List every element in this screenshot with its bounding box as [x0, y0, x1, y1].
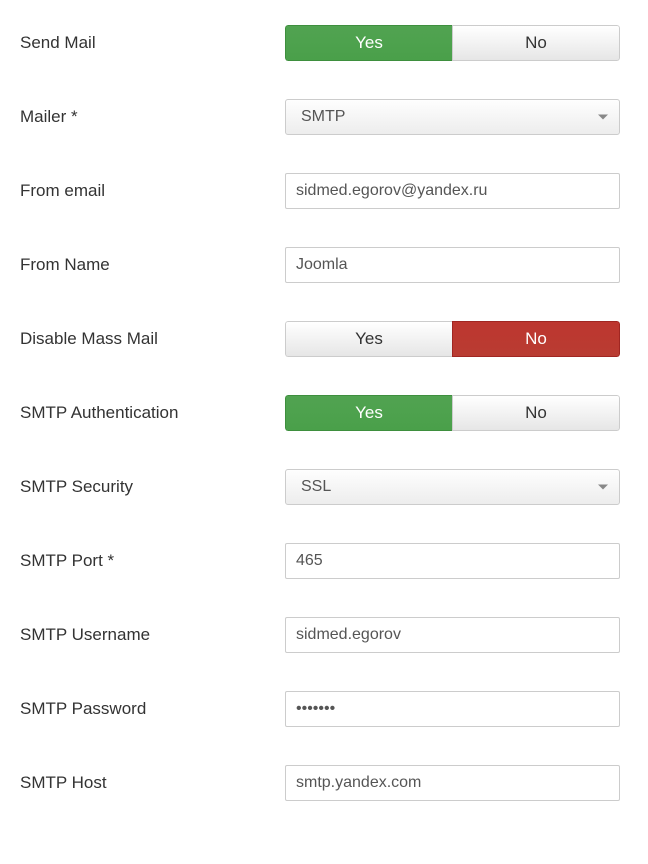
disable-mass-mail-row: Disable Mass Mail Yes No [20, 321, 628, 357]
from-email-label: From email [20, 181, 285, 201]
smtp-username-input[interactable] [285, 617, 620, 653]
send-mail-row: Send Mail Yes No [20, 25, 628, 61]
smtp-security-value: SSL [301, 478, 331, 496]
disable-mass-mail-no-button[interactable]: No [452, 321, 620, 357]
smtp-port-label: SMTP Port * [20, 551, 285, 571]
smtp-auth-yes-button[interactable]: Yes [285, 395, 452, 431]
smtp-username-label: SMTP Username [20, 625, 285, 645]
smtp-security-row: SMTP Security SSL [20, 469, 628, 505]
disable-mass-mail-yes-button[interactable]: Yes [285, 321, 452, 357]
smtp-port-input[interactable] [285, 543, 620, 579]
smtp-password-label: SMTP Password [20, 699, 285, 719]
smtp-auth-no-button[interactable]: No [452, 395, 620, 431]
chevron-down-icon [598, 485, 608, 490]
mailer-select[interactable]: SMTP [285, 99, 620, 135]
smtp-auth-row: SMTP Authentication Yes No [20, 395, 628, 431]
send-mail-toggle: Yes No [285, 25, 620, 61]
smtp-security-label: SMTP Security [20, 477, 285, 497]
smtp-security-select[interactable]: SSL [285, 469, 620, 505]
from-email-input[interactable] [285, 173, 620, 209]
send-mail-no-button[interactable]: No [452, 25, 620, 61]
from-email-row: From email [20, 173, 628, 209]
smtp-username-row: SMTP Username [20, 617, 628, 653]
mailer-value: SMTP [301, 108, 345, 126]
send-mail-yes-button[interactable]: Yes [285, 25, 452, 61]
disable-mass-mail-label: Disable Mass Mail [20, 329, 285, 349]
from-name-input[interactable] [285, 247, 620, 283]
smtp-password-input[interactable] [285, 691, 620, 727]
mailer-row: Mailer * SMTP [20, 99, 628, 135]
smtp-auth-toggle: Yes No [285, 395, 620, 431]
smtp-host-row: SMTP Host [20, 765, 628, 801]
chevron-down-icon [598, 115, 608, 120]
send-mail-label: Send Mail [20, 33, 285, 53]
smtp-host-label: SMTP Host [20, 773, 285, 793]
smtp-port-row: SMTP Port * [20, 543, 628, 579]
disable-mass-mail-toggle: Yes No [285, 321, 620, 357]
smtp-auth-label: SMTP Authentication [20, 403, 285, 423]
from-name-row: From Name [20, 247, 628, 283]
smtp-host-input[interactable] [285, 765, 620, 801]
mailer-label: Mailer * [20, 107, 285, 127]
smtp-password-row: SMTP Password [20, 691, 628, 727]
from-name-label: From Name [20, 255, 285, 275]
